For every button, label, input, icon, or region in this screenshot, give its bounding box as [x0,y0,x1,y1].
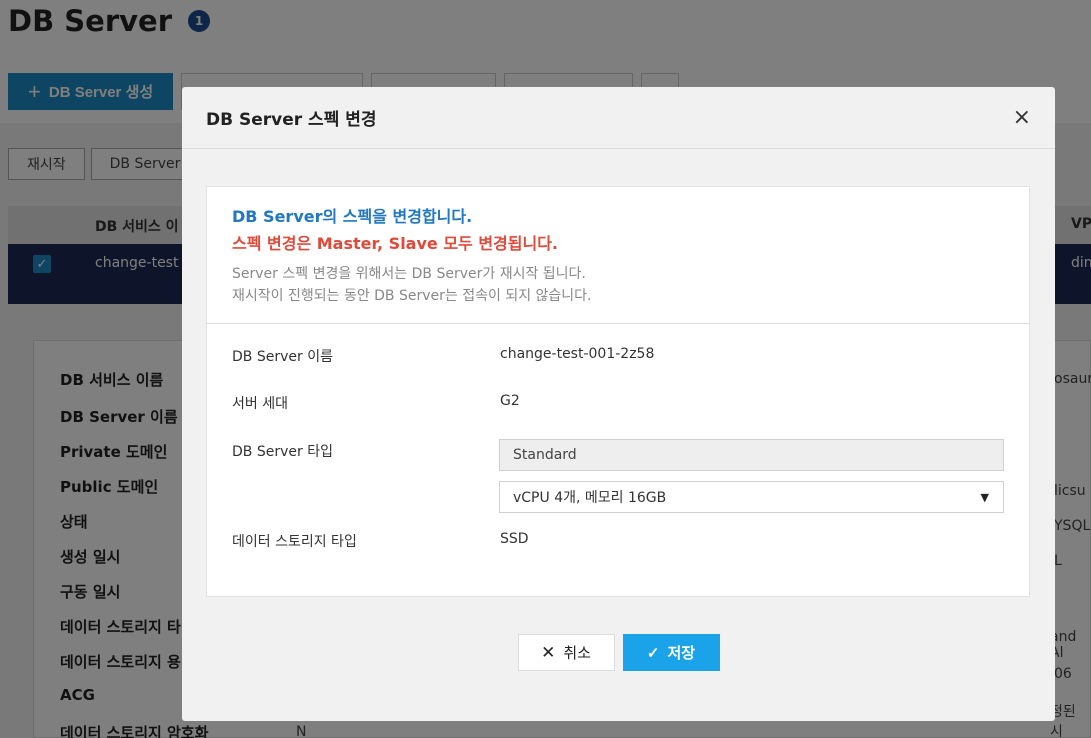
spec-form: DB Server 이름 change-test-001-2z58 서버 세대 … [207,324,1029,594]
storage-type-label: 데이터 스토리지 타입 [232,534,357,550]
cancel-button[interactable]: ✕ 취소 [517,634,615,671]
modal-footer: ✕ 취소 ✓ 저장 [182,634,1055,671]
spec-change-modal: DB Server 스펙 변경 × DB Server의 스펙을 변경합니다. … [182,87,1055,721]
notice-section: DB Server의 스펙을 변경합니다. 스펙 변경은 Master, Sla… [207,187,1029,324]
notice-detail-1: Server 스펙 변경을 위해서는 DB Server가 재시작 됩니다. [232,266,586,282]
server-type-field: Standard [499,439,1004,471]
save-button[interactable]: ✓ 저장 [622,634,720,671]
server-name-value: change-test-001-2z58 [500,346,655,362]
cancel-button-label: 취소 [563,645,591,662]
check-icon: ✓ [646,644,660,662]
close-icon[interactable]: × [1013,106,1031,129]
modal-header: DB Server 스펙 변경 × [182,87,1055,149]
notice-info: DB Server의 스펙을 변경합니다. [232,207,473,226]
dropdown-caret-icon: ▼ [980,490,989,504]
storage-type-value: SSD [500,531,529,547]
server-type-value: Standard [513,447,577,463]
modal-title: DB Server 스펙 변경 [206,110,377,130]
server-name-label: DB Server 이름 [232,349,333,365]
generation-label: 서버 세대 [232,396,288,412]
save-button-label: 저장 [667,645,696,662]
notice-warning: 스펙 변경은 Master, Slave 모두 변경됩니다. [232,234,559,253]
generation-value: G2 [500,393,520,409]
spec-select-value: vCPU 4개, 메모리 16GB [513,490,667,506]
modal-body: DB Server의 스펙을 변경합니다. 스펙 변경은 Master, Sla… [206,186,1030,597]
close-icon: ✕ [541,642,556,662]
notice-detail-2: 재시작이 진행되는 동안 DB Server는 접속이 되지 않습니다. [232,288,592,304]
server-type-label: DB Server 타입 [232,444,333,460]
spec-select[interactable]: vCPU 4개, 메모리 16GB ▼ [499,481,1004,513]
